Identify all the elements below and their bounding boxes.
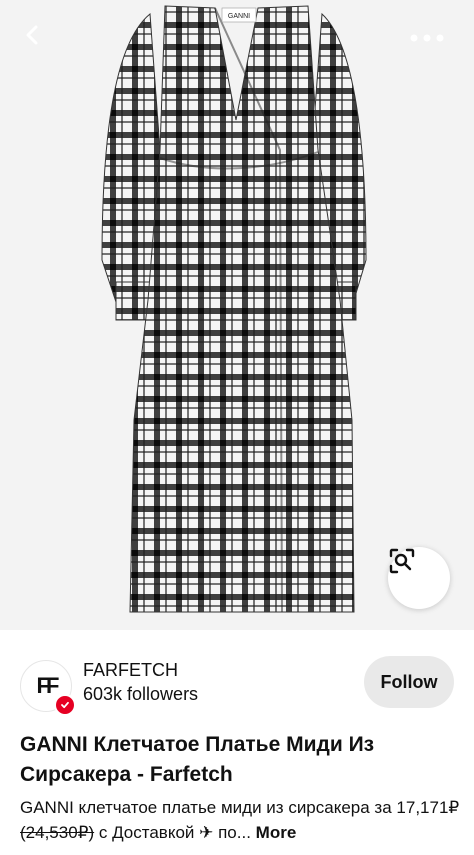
original-price: (24,530₽)	[20, 823, 95, 842]
creator-row: FF FARFETCH 603k followers Follow	[20, 656, 454, 716]
visual-search-button[interactable]	[388, 547, 450, 609]
checkmark-icon	[61, 701, 69, 709]
pin-image[interactable]: GANNI	[0, 0, 474, 630]
back-button[interactable]	[22, 24, 60, 62]
ellipsis-icon	[410, 34, 444, 42]
plaid-dress-illustration: GANNI	[101, 5, 367, 613]
description-text: GANNI клетчатое платье миди из сирсакера…	[20, 798, 460, 817]
verified-badge	[54, 694, 76, 716]
garment-label: GANNI	[228, 13, 250, 20]
creator-name[interactable]: FARFETCH	[83, 660, 178, 681]
more-options-button[interactable]	[410, 34, 450, 58]
pin-description: GANNI клетчатое платье миди из сирсакера…	[20, 795, 460, 845]
avatar-logo: FF	[36, 673, 60, 698]
description-text-continued: с Доставкой ✈ по...	[94, 823, 251, 842]
pin-title: GANNI Клетчатое Платье Миди Из Сирсакера…	[20, 733, 375, 786]
visual-search-icon	[389, 548, 415, 574]
chevron-left-icon	[26, 25, 38, 45]
more-link[interactable]: More	[256, 823, 297, 842]
follower-count: 603k followers	[83, 684, 199, 704]
follow-button[interactable]: Follow	[364, 656, 454, 708]
